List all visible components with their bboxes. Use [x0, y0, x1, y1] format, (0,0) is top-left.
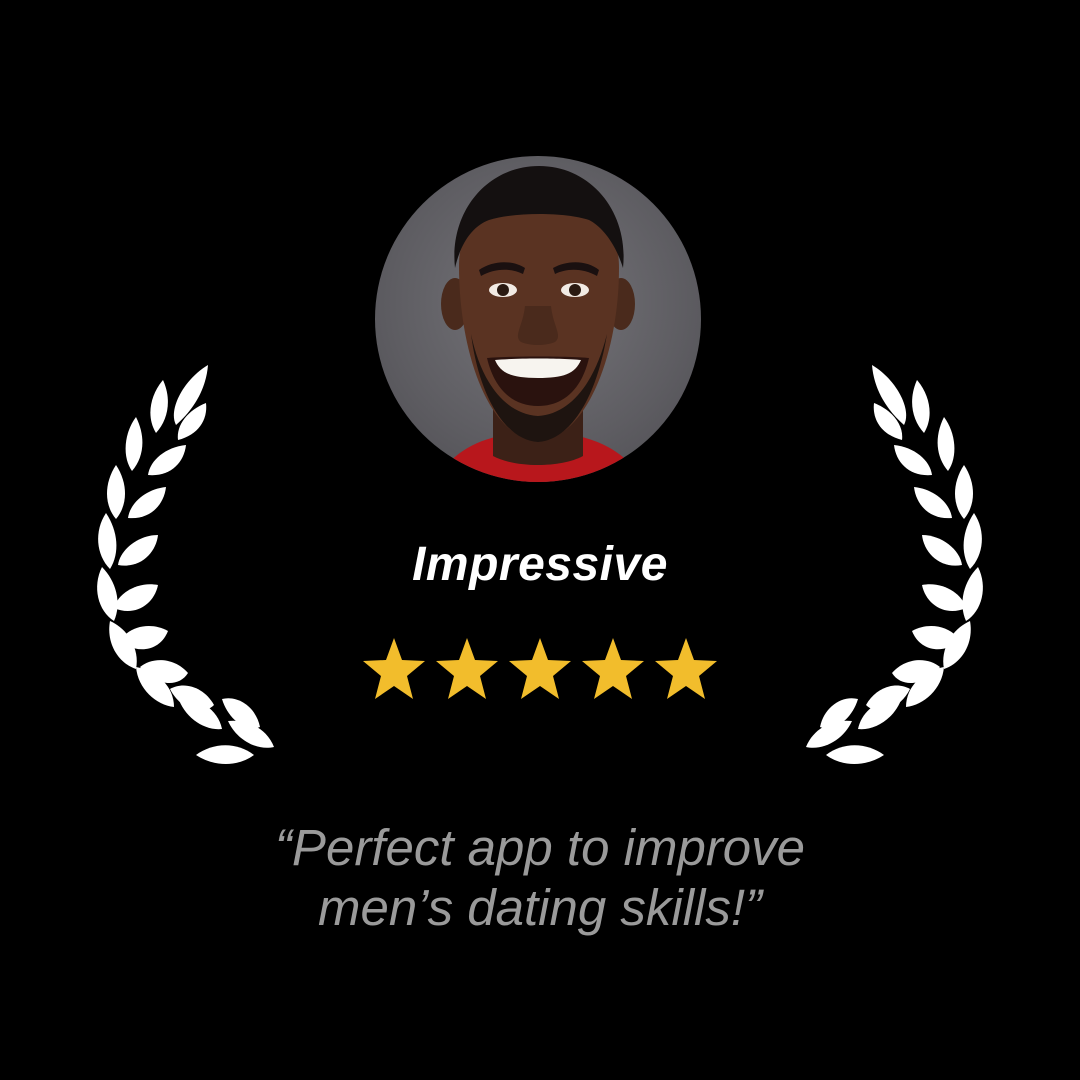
star-icon [582, 638, 644, 699]
star-icon [509, 638, 571, 699]
testimonial-card: Impressive “Perfect app to improve men’s… [0, 0, 1080, 1080]
star-icon [436, 638, 498, 699]
star-icon [655, 638, 717, 699]
avatar [375, 156, 701, 482]
review-quote-line-1: “Perfect app to improve [274, 819, 806, 876]
star-icon [363, 638, 425, 699]
review-quote-line-2: men’s dating skills!” [317, 879, 763, 936]
review-title: Impressive [412, 538, 668, 591]
star-rating [362, 636, 718, 706]
person-portrait-image [435, 166, 643, 482]
review-quote: “Perfect app to improve men’s dating ski… [0, 818, 1080, 938]
